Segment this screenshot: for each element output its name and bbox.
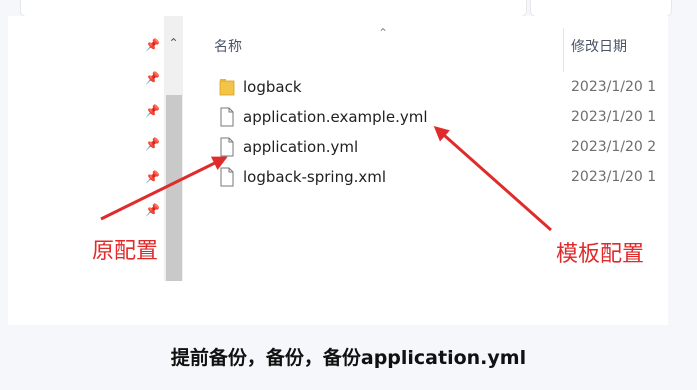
sort-ascending-icon: ⌃ xyxy=(378,26,389,40)
annotation-template-config: 模板配置 xyxy=(556,242,645,267)
scroll-up-icon[interactable]: ⌃ xyxy=(164,34,183,52)
file-icon xyxy=(220,137,234,157)
caption: 提前备份，备份，备份application.yml xyxy=(170,347,527,369)
column-divider[interactable] xyxy=(563,28,564,72)
file-row-application[interactable]: application.yml 2023/1/20 2 xyxy=(213,134,668,162)
file-name: logback-spring.xml xyxy=(243,168,387,186)
folder-icon xyxy=(219,79,235,96)
file-date: 2023/1/20 1 xyxy=(571,79,657,95)
quick-access-sidebar: 📌 📌 📌 📌 📌 📌 ⌃ xyxy=(8,16,188,325)
file-explorer-window: 📌 📌 📌 📌 📌 📌 ⌃ ⌃ 名称 修改日期 logback 2023/1/2… xyxy=(8,16,668,325)
file-name: logback xyxy=(243,78,302,96)
scrollbar-thumb[interactable] xyxy=(166,95,182,281)
column-header-date[interactable]: 修改日期 xyxy=(571,36,627,56)
pin-icon[interactable]: 📌 xyxy=(145,71,160,85)
pin-icon[interactable]: 📌 xyxy=(145,137,160,151)
file-date: 2023/1/20 2 xyxy=(571,139,657,155)
pin-icon[interactable]: 📌 xyxy=(145,170,160,184)
column-header-name[interactable]: 名称 xyxy=(214,36,242,56)
pin-icon[interactable]: 📌 xyxy=(145,104,160,118)
file-date: 2023/1/20 1 xyxy=(571,169,657,185)
file-row-application-example[interactable]: application.example.yml 2023/1/20 1 xyxy=(213,104,668,132)
file-name: application.yml xyxy=(243,138,359,156)
file-row-logback[interactable]: logback 2023/1/20 1 xyxy=(213,74,668,102)
window-tab xyxy=(530,0,672,17)
window-tab xyxy=(20,0,527,17)
pin-icon[interactable]: 📌 xyxy=(145,203,160,217)
file-icon xyxy=(220,167,234,187)
pin-icon[interactable]: 📌 xyxy=(145,38,160,52)
file-row-logback-spring[interactable]: logback-spring.xml 2023/1/20 1 xyxy=(213,164,668,192)
file-name: application.example.yml xyxy=(243,108,428,126)
file-icon xyxy=(220,107,234,127)
annotation-original-config: 原配置 xyxy=(92,239,159,264)
file-date: 2023/1/20 1 xyxy=(571,109,657,125)
